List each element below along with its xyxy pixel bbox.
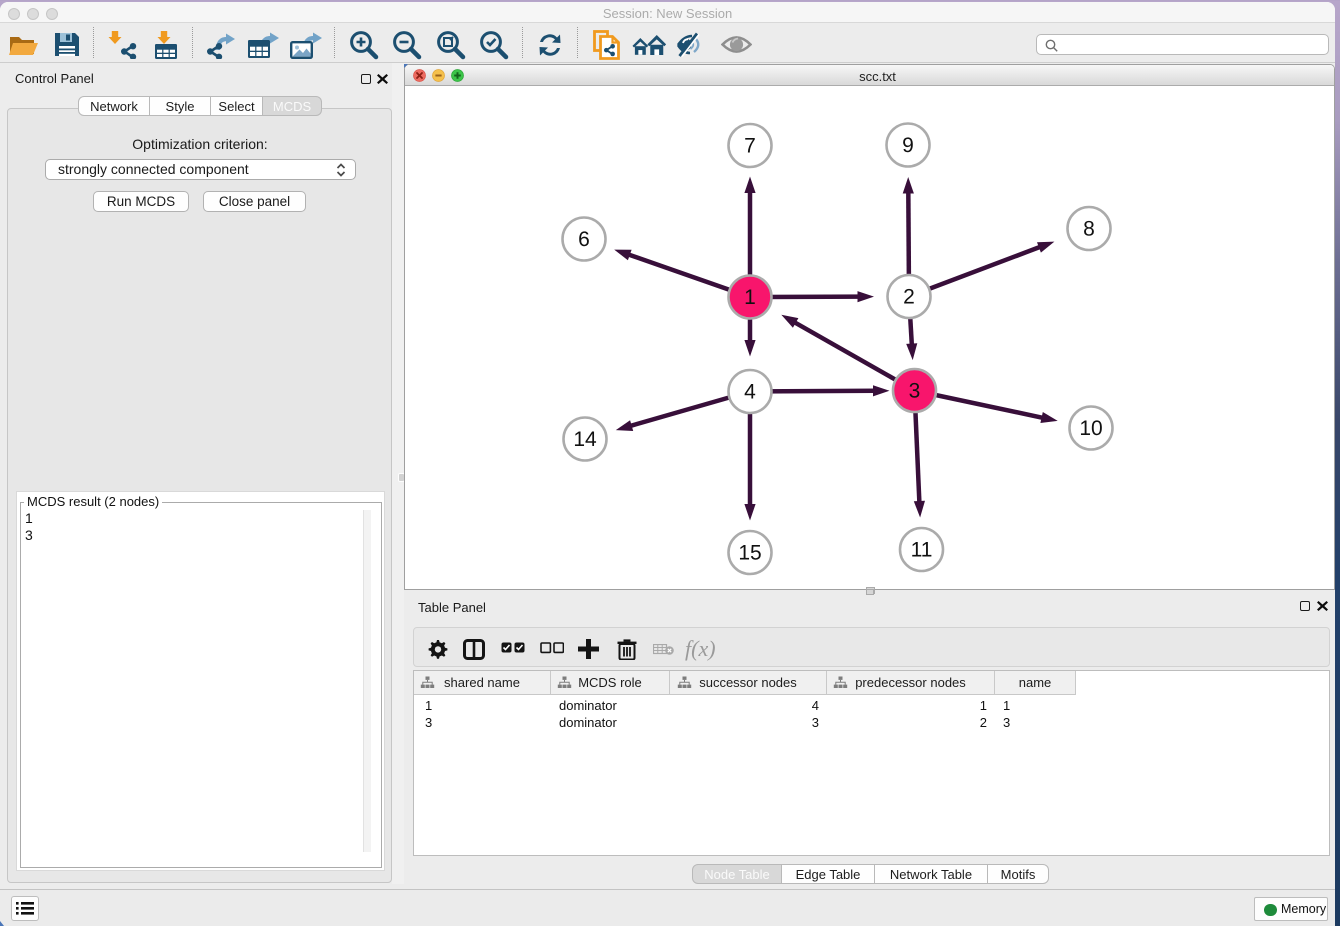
svg-text:15: 15 [738, 541, 761, 564]
svg-text:10: 10 [1079, 417, 1102, 440]
svg-text:2: 2 [903, 285, 915, 308]
svg-text:8: 8 [1083, 217, 1095, 240]
svg-text:1: 1 [744, 286, 756, 309]
svg-text:6: 6 [578, 228, 590, 251]
svg-text:3: 3 [909, 379, 921, 402]
svg-text:14: 14 [573, 428, 597, 451]
svg-text:11: 11 [911, 538, 933, 561]
svg-text:4: 4 [744, 380, 756, 403]
svg-text:7: 7 [744, 134, 756, 157]
svg-text:9: 9 [902, 134, 914, 157]
